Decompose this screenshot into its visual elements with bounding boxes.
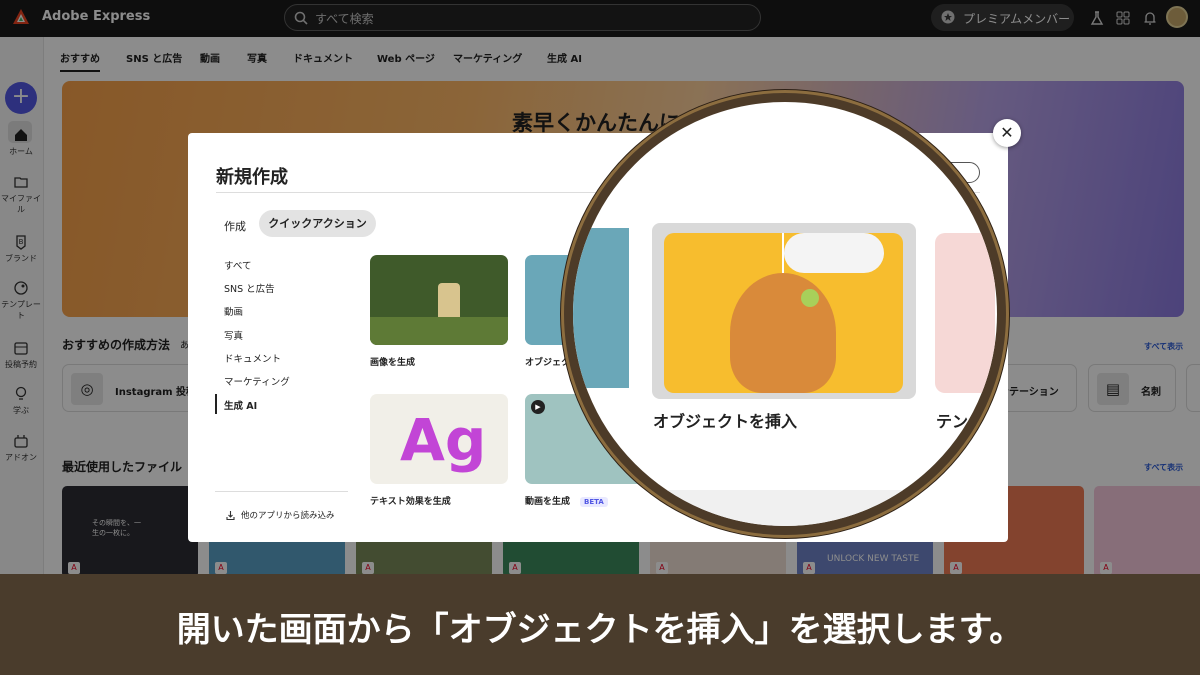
play-icon: ▶ [531,400,545,414]
category-document[interactable]: ドキュメント [224,351,281,365]
zoomed-tile-label: オブジェクトを挿入 [653,412,798,431]
tile-label: 動画を生成 [525,497,571,507]
towel-shape [784,233,884,273]
text-effect-glyph: Ag [400,406,487,474]
caption-text: 開いた画面から「オブジェクトを挿入」を選択します。 [176,610,1024,650]
magnifier-callout: オブジェクトを挿入 テン [564,93,1006,535]
beta-badge: BETA [580,497,608,507]
caption-banner: 開いた画面から「オブジェクトを挿入」を選択します。 [0,574,1200,675]
tile-label: テキスト効果を生成 [370,497,451,507]
category-all[interactable]: すべて [224,258,251,272]
tile-generate-text-effect[interactable]: Ag [370,394,508,484]
tab-quick-action[interactable]: クイックアクション [259,210,376,237]
zoomed-template-tile [935,233,995,393]
cucumber-shape [801,289,819,307]
close-icon: ✕ [1000,123,1014,142]
import-icon [226,511,235,521]
divider [215,491,348,492]
shiba-dog-image [664,233,903,393]
tile-generate-image[interactable] [370,255,508,345]
dog-face [730,273,836,393]
tab-create[interactable]: 作成 [224,218,246,234]
category-video[interactable]: 動画 [224,304,243,318]
category-marketing[interactable]: マーケティング [224,374,290,388]
zoomed-neighbor-tile [573,228,629,388]
app-window: Adobe Express すべて検索 プレミアムメンバー + ホーム マイファ… [0,0,1200,675]
category-photo[interactable]: 写真 [224,328,243,342]
import-from-apps-link[interactable]: 他のアプリから読み込み [241,509,335,521]
tile-label: 画像を生成 [370,358,416,368]
zoomed-next-label: テン [936,412,969,431]
category-sns-ads[interactable]: SNS と広告 [224,281,275,295]
close-dialog-button[interactable]: ✕ [993,119,1021,147]
category-generative-ai[interactable]: 生成 AI [224,398,257,412]
dialog-title: 新規作成 [216,167,288,188]
moss-shape [370,317,508,345]
category-selection-indicator [215,394,217,414]
tile-label: オブジェク [525,358,571,368]
